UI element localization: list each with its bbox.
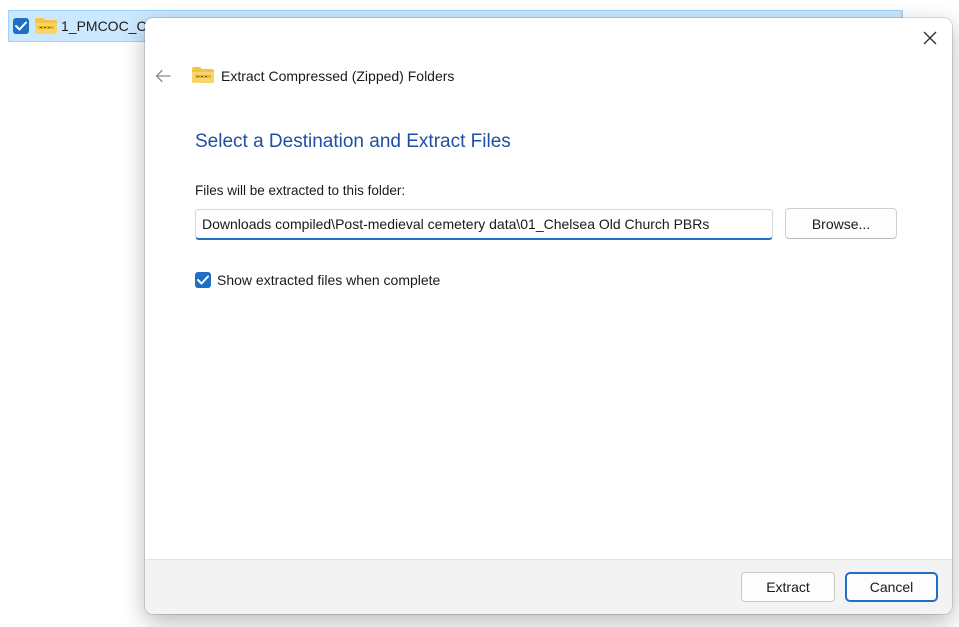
browse-button[interactable]: Browse... [785,208,897,239]
checkbox-box[interactable] [195,272,211,288]
destination-label: Files will be extracted to this folder: [195,183,406,198]
page-heading: Select a Destination and Extract Files [195,131,511,152]
cancel-button[interactable]: Cancel [845,572,938,602]
dialog-title: Extract Compressed (Zipped) Folders [221,68,455,84]
file-row-checkbox[interactable] [13,18,29,34]
dialog-footer: Extract Cancel [145,559,952,614]
zip-folder-icon [34,17,58,35]
extract-dialog: Extract Compressed (Zipped) Folders Sele… [145,18,952,614]
back-button[interactable] [153,66,173,86]
close-icon [923,31,937,45]
show-files-label: Show extracted files when complete [217,272,441,288]
extract-button[interactable]: Extract [741,572,835,602]
checkmark-icon [15,21,27,31]
show-files-checkbox[interactable]: Show extracted files when complete [195,272,440,288]
file-name: 1_PMCOC_C [61,18,147,34]
zip-folder-icon [191,66,215,84]
close-button[interactable] [916,24,944,52]
checkmark-icon [197,275,209,285]
destination-path-input[interactable] [195,209,773,240]
back-arrow-icon [155,69,171,83]
